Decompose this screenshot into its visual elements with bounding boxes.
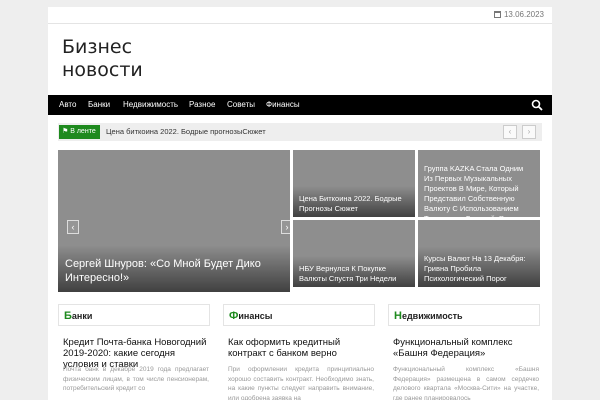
article-title[interactable]: Как оформить кредитный контракт с банком… — [228, 337, 374, 359]
news-ticker: ⚑ В ленте Цена биткоина 2022. Бодрые про… — [58, 123, 542, 141]
category-header: Финансы — [223, 304, 375, 326]
category-column-realty: Недвижимость Функциональный комплекс «Ба… — [388, 304, 540, 400]
megaphone-icon: ⚑ — [62, 128, 69, 135]
featured-tile-1[interactable]: Цена Биткоина 2022. Бодрые Прогнозы Сюже… — [293, 150, 415, 217]
calendar-icon — [493, 11, 501, 18]
slider-prev-button[interactable]: ‹ — [67, 220, 79, 234]
article-excerpt: Почта банк в декабре 2019 года предлагае… — [63, 366, 209, 392]
nav-item-auto[interactable]: Авто — [59, 100, 76, 109]
article-excerpt: При оформлении кредита принципиально хор… — [228, 366, 374, 400]
ticker-prev-button[interactable]: ‹ — [503, 125, 517, 139]
ticker-label-text: В ленте — [70, 128, 96, 135]
top-bar: 13.06.2023 — [48, 7, 552, 24]
ticker-headline[interactable]: Цена биткоина 2022. Бодрые прогнозыСюжет — [106, 127, 266, 136]
article-title[interactable]: Функциональный комплекс «Башня Федерация… — [393, 337, 539, 359]
site-title-line2[interactable]: новости — [62, 59, 143, 82]
category-header: Недвижимость — [388, 304, 540, 326]
category-title[interactable]: Недвижимость — [394, 310, 463, 322]
nav-item-realty[interactable]: Недвижимость — [123, 100, 178, 109]
article-excerpt: Функциональный комплекс «Башня Федерация… — [393, 366, 539, 400]
nav-item-tips[interactable]: Советы — [227, 100, 255, 109]
nav-item-banks[interactable]: Банки — [88, 100, 110, 109]
site-title[interactable]: Бизнес новости — [62, 36, 143, 82]
slider-next-button[interactable]: › — [281, 220, 290, 234]
category-column-banks: Банки Кредит Почта-банка Новогодний 2019… — [58, 304, 210, 400]
featured-tile-3[interactable]: НБУ Вернулся К Покупке Валюты Спустя Три… — [293, 220, 415, 287]
featured-tile-title[interactable]: Курсы Валют На 13 Декабря: Гривна Пробил… — [418, 246, 540, 287]
featured-tile-2[interactable]: Группа KAZKA Стала Одним Из Первых Музык… — [418, 150, 540, 217]
featured-tile-title[interactable]: Группа KAZKA Стала Одним Из Первых Музык… — [418, 156, 540, 217]
ticker-next-button[interactable]: › — [522, 125, 536, 139]
featured-main-title[interactable]: Сергей Шнуров: «Со Мной Будет Дико Интер… — [58, 245, 290, 292]
date-display: 13.06.2023 — [493, 10, 544, 19]
category-column-finance: Финансы Как оформить кредитный контракт … — [223, 304, 375, 400]
date-text: 13.06.2023 — [503, 10, 544, 19]
category-title[interactable]: Банки — [64, 310, 92, 322]
category-header: Банки — [58, 304, 210, 326]
search-icon[interactable] — [531, 99, 543, 111]
nav-item-finance[interactable]: Финансы — [266, 100, 300, 109]
featured-tile-4[interactable]: Курсы Валют На 13 Декабря: Гривна Пробил… — [418, 220, 540, 287]
featured-main[interactable]: ‹ › Сергей Шнуров: «Со Мной Будет Дико И… — [58, 150, 290, 292]
site-title-line1[interactable]: Бизнес — [62, 36, 143, 59]
featured-tile-title[interactable]: НБУ Вернулся К Покупке Валюты Спустя Три… — [293, 256, 415, 287]
ticker-label: ⚑ В ленте — [59, 125, 100, 139]
nav-item-misc[interactable]: Разное — [189, 100, 215, 109]
featured-tile-title[interactable]: Цена Биткоина 2022. Бодрые Прогнозы Сюже… — [293, 186, 415, 217]
main-nav: Авто Банки Недвижимость Разное Советы Фи… — [48, 95, 552, 115]
page-container: 13.06.2023 Бизнес новости Авто Банки Нед… — [48, 7, 552, 400]
category-title[interactable]: Финансы — [229, 310, 273, 322]
